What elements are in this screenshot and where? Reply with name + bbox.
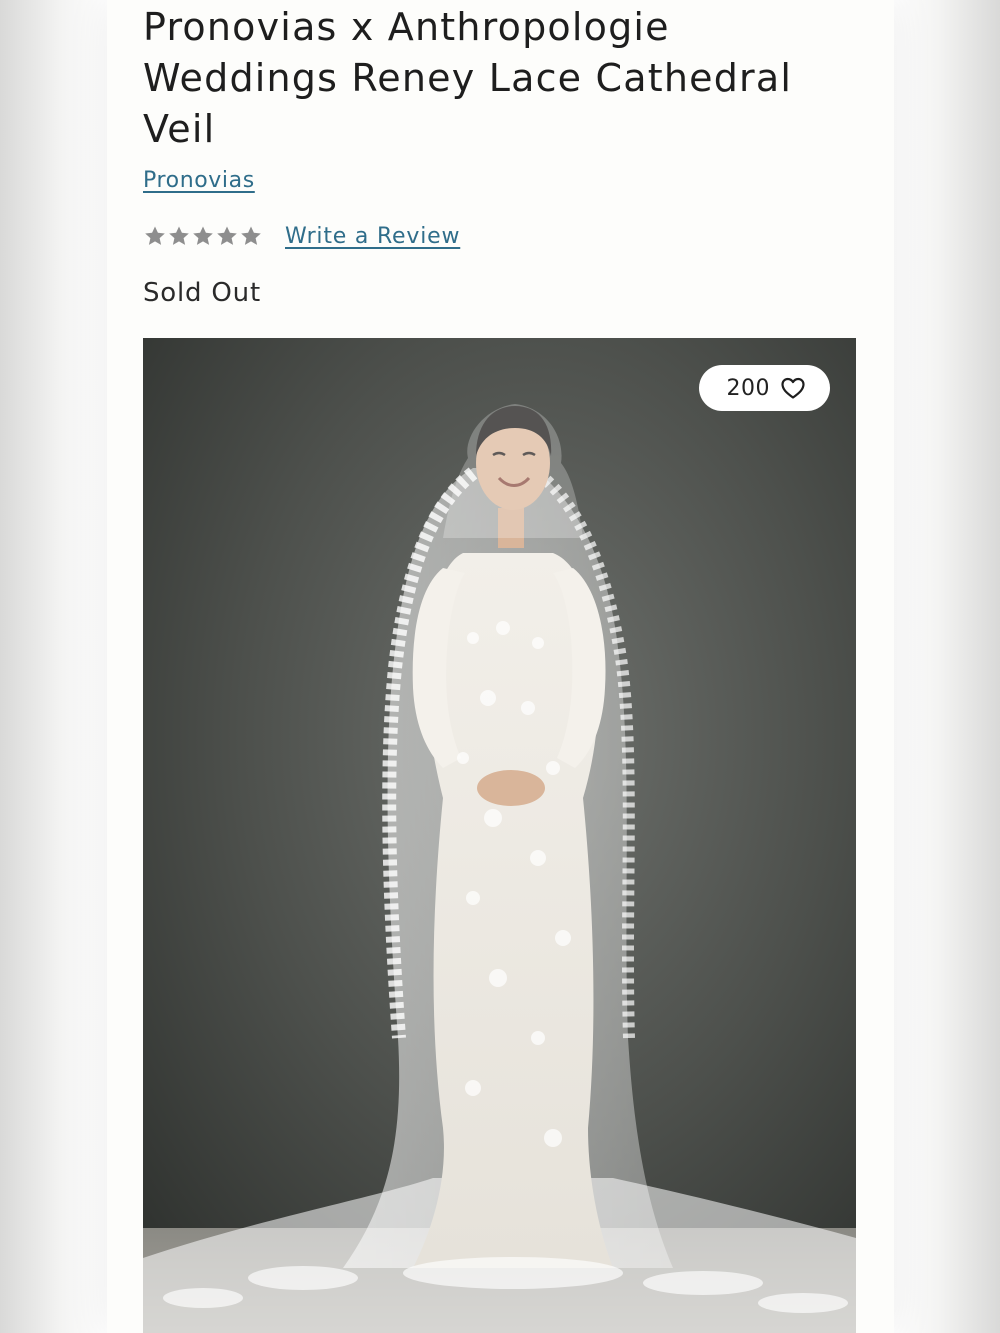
- star-icon: [193, 226, 213, 245]
- heart-outline-icon: [781, 377, 805, 399]
- product-image[interactable]: 200: [143, 338, 856, 1333]
- bride-veil-photo: [143, 338, 856, 1333]
- star-icon: [217, 226, 237, 245]
- product-detail-panel: Pronovias x Anthropologie Weddings Reney…: [107, 0, 894, 1333]
- availability-status: Sold Out: [143, 278, 261, 308]
- favorite-button[interactable]: 200: [698, 365, 830, 411]
- star-icon: [241, 226, 261, 245]
- write-review-link[interactable]: Write a Review: [285, 224, 460, 249]
- favorites-count: 200: [726, 375, 770, 401]
- rating-row: Write a Review: [143, 220, 460, 252]
- star-icon: [145, 226, 165, 245]
- product-title: Pronovias x Anthropologie Weddings Reney…: [143, 5, 793, 151]
- brand-link[interactable]: Pronovias: [143, 168, 255, 193]
- star-rating: [143, 224, 263, 248]
- star-icon: [169, 226, 189, 245]
